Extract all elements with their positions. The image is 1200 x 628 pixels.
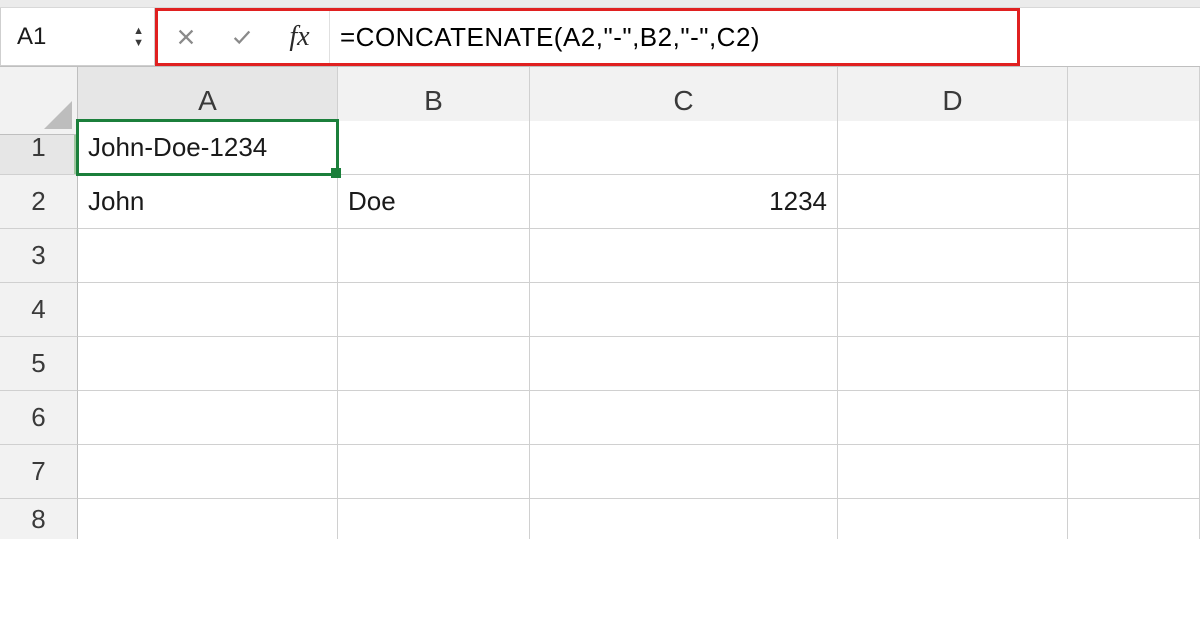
cell-D3[interactable] bbox=[838, 229, 1068, 283]
cell-C4[interactable] bbox=[530, 283, 838, 337]
name-box-value: A1 bbox=[17, 23, 133, 51]
row-header-7[interactable]: 7 bbox=[0, 445, 78, 499]
cell-B7[interactable] bbox=[338, 445, 530, 499]
stepper-up-icon[interactable]: ▲ bbox=[133, 26, 144, 36]
window-top-strip bbox=[0, 0, 1200, 8]
name-box[interactable]: A1 ▲ ▼ bbox=[0, 8, 155, 66]
cell-D5[interactable] bbox=[838, 337, 1068, 391]
cell-C6[interactable] bbox=[530, 391, 838, 445]
check-icon bbox=[231, 26, 253, 48]
cell-C2[interactable]: 1234 bbox=[530, 175, 838, 229]
cell-E2[interactable] bbox=[1068, 175, 1200, 229]
cell-B6[interactable] bbox=[338, 391, 530, 445]
cell-A8[interactable] bbox=[78, 499, 338, 539]
cell-D4[interactable] bbox=[838, 283, 1068, 337]
cell-D1[interactable] bbox=[838, 121, 1068, 175]
row-header-4[interactable]: 4 bbox=[0, 283, 78, 337]
fill-handle[interactable] bbox=[331, 168, 341, 178]
cell-A6[interactable] bbox=[78, 391, 338, 445]
formula-bar-inner: fx =CONCATENATE(A2,"-",B2,"-",C2) bbox=[155, 8, 1020, 66]
cell-B4[interactable] bbox=[338, 283, 530, 337]
select-all-corner[interactable] bbox=[0, 67, 78, 135]
cell-A2-value: John bbox=[88, 186, 144, 217]
formula-cancel-button[interactable] bbox=[158, 11, 214, 63]
formula-input[interactable]: =CONCATENATE(A2,"-",B2,"-",C2) bbox=[340, 11, 1005, 63]
cell-A7[interactable] bbox=[78, 445, 338, 499]
stepper-down-icon[interactable]: ▼ bbox=[133, 38, 144, 48]
cell-C2-value: 1234 bbox=[769, 186, 827, 217]
cell-A4[interactable] bbox=[78, 283, 338, 337]
cell-E8[interactable] bbox=[1068, 499, 1200, 539]
spreadsheet-grid[interactable]: A B C D 1 John-Doe-1234 2 John Doe 1234 … bbox=[0, 66, 1200, 553]
cell-A2[interactable]: John bbox=[78, 175, 338, 229]
row-header-5[interactable]: 5 bbox=[0, 337, 78, 391]
cell-B3[interactable] bbox=[338, 229, 530, 283]
cell-A5[interactable] bbox=[78, 337, 338, 391]
formula-confirm-button[interactable] bbox=[214, 11, 270, 63]
name-box-stepper[interactable]: ▲ ▼ bbox=[133, 26, 144, 48]
cell-E5[interactable] bbox=[1068, 337, 1200, 391]
cell-B5[interactable] bbox=[338, 337, 530, 391]
cell-B2-value: Doe bbox=[348, 186, 396, 217]
cell-B8[interactable] bbox=[338, 499, 530, 539]
close-icon bbox=[175, 26, 197, 48]
cell-A1-value: John-Doe-1234 bbox=[88, 132, 267, 163]
cell-E3[interactable] bbox=[1068, 229, 1200, 283]
cell-D7[interactable] bbox=[838, 445, 1068, 499]
cell-E6[interactable] bbox=[1068, 391, 1200, 445]
cell-E1[interactable] bbox=[1068, 121, 1200, 175]
cell-E4[interactable] bbox=[1068, 283, 1200, 337]
formula-bar: A1 ▲ ▼ fx =CONCATENATE(A2,"-",B2,"-",C2) bbox=[0, 8, 1200, 66]
formula-bar-highlight: fx =CONCATENATE(A2,"-",B2,"-",C2) bbox=[155, 8, 1200, 66]
row-header-8[interactable]: 8 bbox=[0, 499, 78, 539]
cell-E7[interactable] bbox=[1068, 445, 1200, 499]
cell-C1[interactable] bbox=[530, 121, 838, 175]
cell-D2[interactable] bbox=[838, 175, 1068, 229]
row-header-2[interactable]: 2 bbox=[0, 175, 78, 229]
cell-A1[interactable]: John-Doe-1234 bbox=[78, 121, 338, 175]
cell-B1[interactable] bbox=[338, 121, 530, 175]
row-header-6[interactable]: 6 bbox=[0, 391, 78, 445]
fx-label: fx bbox=[289, 21, 309, 53]
cell-D8[interactable] bbox=[838, 499, 1068, 539]
cell-C8[interactable] bbox=[530, 499, 838, 539]
cell-D6[interactable] bbox=[838, 391, 1068, 445]
cell-C3[interactable] bbox=[530, 229, 838, 283]
insert-function-button[interactable]: fx bbox=[270, 11, 330, 63]
cell-A3[interactable] bbox=[78, 229, 338, 283]
cell-B2[interactable]: Doe bbox=[338, 175, 530, 229]
cell-C5[interactable] bbox=[530, 337, 838, 391]
row-header-3[interactable]: 3 bbox=[0, 229, 78, 283]
cell-C7[interactable] bbox=[530, 445, 838, 499]
